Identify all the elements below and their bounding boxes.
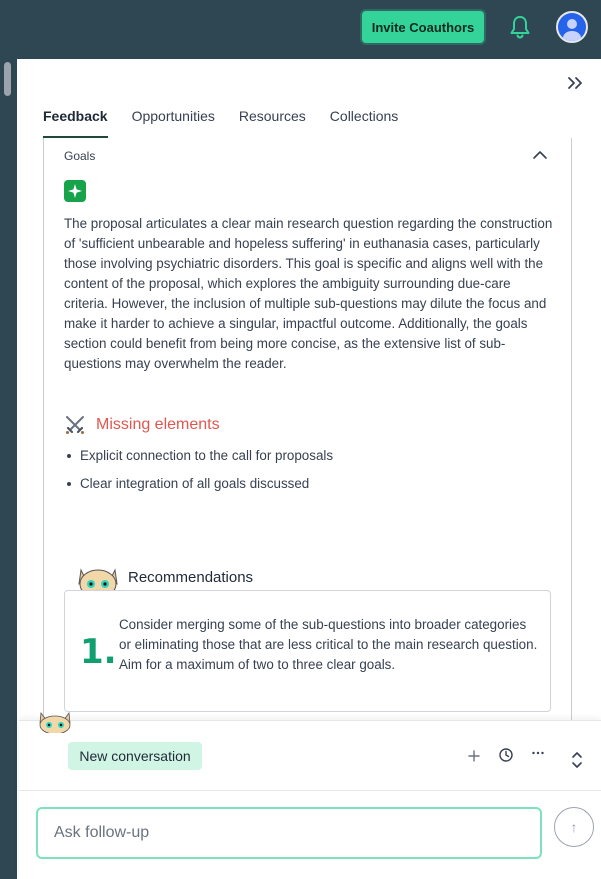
recommendations-title: Recommendations: [128, 569, 254, 586]
list-item: Clear integration of all goals discussed: [66, 474, 333, 502]
chat-divider: [19, 790, 601, 791]
list-item: Explicit connection to the call for prop…: [66, 446, 333, 474]
crossed-swords-icon: [64, 414, 86, 436]
history-clock-icon[interactable]: [498, 747, 514, 763]
goals-summary-text: The proposal articulates a clear main re…: [64, 216, 553, 371]
more-options-icon[interactable]: [530, 745, 546, 761]
expand-collapse-icon[interactable]: [570, 749, 584, 771]
arrow-up-icon: ↑: [570, 819, 578, 835]
invite-coauthors-button[interactable]: Invite Coauthors: [362, 11, 484, 43]
cat-mascot-small: [38, 711, 72, 735]
missing-elements-heading: Missing elements: [64, 414, 220, 436]
scrollbar-thumb[interactable]: [4, 62, 11, 96]
recommendation-number: 1.: [80, 632, 117, 672]
bell-icon[interactable]: [508, 14, 532, 40]
plus-icon[interactable]: [466, 748, 482, 764]
ask-follow-up-input[interactable]: [36, 807, 542, 859]
chevron-up-icon[interactable]: [532, 148, 548, 162]
tab-collections[interactable]: Collections: [330, 108, 398, 132]
goals-section-title[interactable]: Goals: [64, 149, 95, 163]
send-button[interactable]: ↑: [554, 807, 594, 847]
collapse-panel-icon[interactable]: [566, 75, 584, 91]
tab-feedback[interactable]: Feedback: [43, 108, 108, 138]
tab-resources[interactable]: Resources: [239, 108, 306, 132]
tab-opportunities[interactable]: Opportunities: [132, 108, 215, 132]
avatar[interactable]: [556, 11, 588, 43]
recommendation-text: Consider merging some of the sub-questio…: [119, 617, 538, 672]
missing-elements-list: Explicit connection to the call for prop…: [66, 446, 333, 502]
tab-bar: Feedback Opportunities Resources Collect…: [43, 108, 398, 138]
new-conversation-button[interactable]: New conversation: [68, 742, 202, 770]
left-sidebar-strip: [0, 59, 17, 879]
sparkle-icon: [64, 180, 86, 202]
missing-elements-title: Missing elements: [96, 416, 220, 433]
